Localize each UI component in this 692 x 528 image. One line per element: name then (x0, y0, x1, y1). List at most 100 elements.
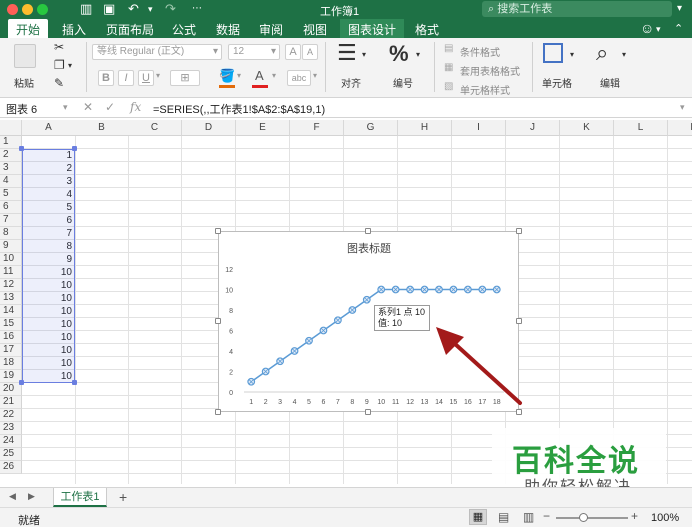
tab-review[interactable]: 审阅 (259, 21, 283, 38)
insert-function-icon[interactable]: fx (130, 100, 141, 114)
feedback-dropdown-icon[interactable]: ▾ (656, 24, 661, 35)
cells-icon[interactable] (543, 43, 563, 63)
zoom-window-button[interactable] (37, 4, 48, 15)
tab-view[interactable]: 视图 (303, 21, 327, 38)
row-header[interactable]: 21 (0, 396, 22, 409)
column-header[interactable]: A (22, 120, 76, 136)
search-field[interactable]: ⌕ 搜索工作表 (482, 1, 672, 17)
row-header[interactable]: 6 (0, 201, 22, 214)
zoom-in-icon[interactable]: + (631, 509, 638, 523)
prev-sheet-icon[interactable]: ◀ (9, 491, 16, 502)
chart-resize-handle[interactable] (215, 228, 221, 234)
row-header[interactable]: 25 (0, 448, 22, 461)
shrink-font-icon[interactable]: A (302, 44, 318, 60)
column-header[interactable]: C (128, 120, 182, 136)
row-header[interactable]: 23 (0, 422, 22, 435)
percent-icon[interactable]: % (389, 41, 409, 67)
format-painter-icon[interactable]: ✎ (54, 76, 64, 90)
column-header[interactable]: H (398, 120, 452, 136)
row-header[interactable]: 17 (0, 344, 22, 357)
chart-resize-handle[interactable] (365, 409, 371, 415)
redo-icon[interactable]: ↷ (165, 1, 176, 17)
column-header[interactable]: L (614, 120, 668, 136)
row-header[interactable]: 8 (0, 227, 22, 240)
range-handle[interactable] (19, 146, 24, 151)
font-color-icon[interactable]: A (255, 68, 264, 83)
tab-chart-design[interactable]: 图表设计 (340, 19, 405, 38)
save-icon[interactable]: ▣ (103, 1, 115, 17)
underline-dropdown-icon[interactable]: ▾ (156, 71, 160, 80)
conditional-format-button[interactable]: 条件格式 (460, 44, 500, 59)
tab-page-layout[interactable]: 页面布局 (106, 21, 154, 38)
column-header[interactable]: J (506, 120, 560, 136)
fill-color-icon[interactable]: 🪣 (219, 68, 235, 84)
minimize-window-button[interactable] (22, 4, 33, 15)
font-name-select[interactable]: 等线 Regular (正文) ▾ (92, 44, 222, 60)
row-header[interactable]: 18 (0, 357, 22, 370)
expand-formula-icon[interactable]: ▾ (680, 102, 685, 113)
chart-resize-handle[interactable] (215, 409, 221, 415)
page-layout-view-icon[interactable]: ▤ (498, 510, 509, 524)
chart-resize-handle[interactable] (365, 228, 371, 234)
column-header[interactable]: B (75, 120, 129, 136)
align-icon[interactable]: ☰ (337, 42, 357, 64)
paste-icon[interactable] (14, 44, 36, 68)
close-window-button[interactable] (7, 4, 18, 15)
undo-icon[interactable]: ↶ (128, 1, 139, 17)
chart-resize-handle[interactable] (215, 318, 221, 324)
row-header[interactable]: 24 (0, 435, 22, 448)
tab-data[interactable]: 数据 (216, 21, 240, 38)
row-header[interactable]: 16 (0, 331, 22, 344)
column-header[interactable]: E (236, 120, 290, 136)
column-header[interactable]: D (182, 120, 236, 136)
edit-dropdown-icon[interactable]: ▾ (622, 50, 626, 59)
search-edit-icon[interactable]: ⌕ (596, 40, 608, 66)
zoom-slider-thumb[interactable] (579, 513, 588, 522)
row-header[interactable]: 15 (0, 318, 22, 331)
phonetic-icon[interactable]: abc (287, 70, 311, 86)
column-header[interactable]: I (452, 120, 506, 136)
font-color-dropdown-icon[interactable]: ▾ (272, 71, 276, 80)
name-box-dropdown-icon[interactable]: ▾ (63, 102, 68, 113)
number-dropdown-icon[interactable]: ▾ (416, 50, 420, 59)
search-dropdown-icon[interactable]: ▾ (677, 3, 682, 14)
copy-dropdown-icon[interactable]: ▾ (68, 61, 72, 70)
chart-resize-handle[interactable] (516, 318, 522, 324)
add-sheet-button[interactable]: + (119, 489, 127, 505)
fill-dropdown-icon[interactable]: ▾ (237, 71, 241, 80)
next-sheet-icon[interactable]: ▶ (28, 491, 35, 502)
row-header[interactable]: 12 (0, 279, 22, 292)
column-header[interactable]: G (344, 120, 398, 136)
align-dropdown-icon[interactable]: ▾ (362, 50, 366, 59)
undo-dropdown-icon[interactable]: ▾ (148, 4, 153, 15)
grow-font-icon[interactable]: A (285, 44, 301, 60)
copy-icon[interactable]: ❐ (54, 58, 65, 72)
row-header[interactable]: 3 (0, 162, 22, 175)
formula-input[interactable]: =SERIES(,,工作表1!$A$2:$A$19,1) (153, 101, 325, 117)
row-header[interactable]: 10 (0, 253, 22, 266)
select-all-corner[interactable] (0, 120, 22, 136)
cancel-formula-icon[interactable]: ✕ (83, 100, 93, 114)
row-header[interactable]: 13 (0, 292, 22, 305)
tab-format[interactable]: 格式 (415, 21, 439, 38)
normal-view-icon[interactable]: ▦ (469, 509, 487, 525)
tab-formulas[interactable]: 公式 (172, 21, 196, 38)
row-header[interactable]: 22 (0, 409, 22, 422)
range-handle[interactable] (19, 380, 24, 385)
column-header[interactable]: K (560, 120, 614, 136)
phonetic-dropdown-icon[interactable]: ▾ (313, 71, 317, 80)
zoom-slider-track[interactable] (556, 517, 628, 519)
confirm-formula-icon[interactable]: ✓ (105, 100, 115, 114)
cell-a1[interactable] (22, 136, 75, 149)
chart-resize-handle[interactable] (516, 228, 522, 234)
smiley-feedback-icon[interactable]: ☺ (640, 20, 654, 36)
range-handle[interactable] (72, 146, 77, 151)
cell-style-button[interactable]: 单元格样式 (460, 82, 510, 97)
row-header[interactable]: 7 (0, 214, 22, 227)
border-icon[interactable]: ⊞ (170, 70, 200, 86)
column-header[interactable]: F (290, 120, 344, 136)
sidebar-toggle-icon[interactable]: ▥ (80, 1, 92, 17)
zoom-out-icon[interactable]: − (543, 509, 550, 523)
row-header[interactable]: 5 (0, 188, 22, 201)
page-break-view-icon[interactable]: ▥ (523, 510, 534, 524)
